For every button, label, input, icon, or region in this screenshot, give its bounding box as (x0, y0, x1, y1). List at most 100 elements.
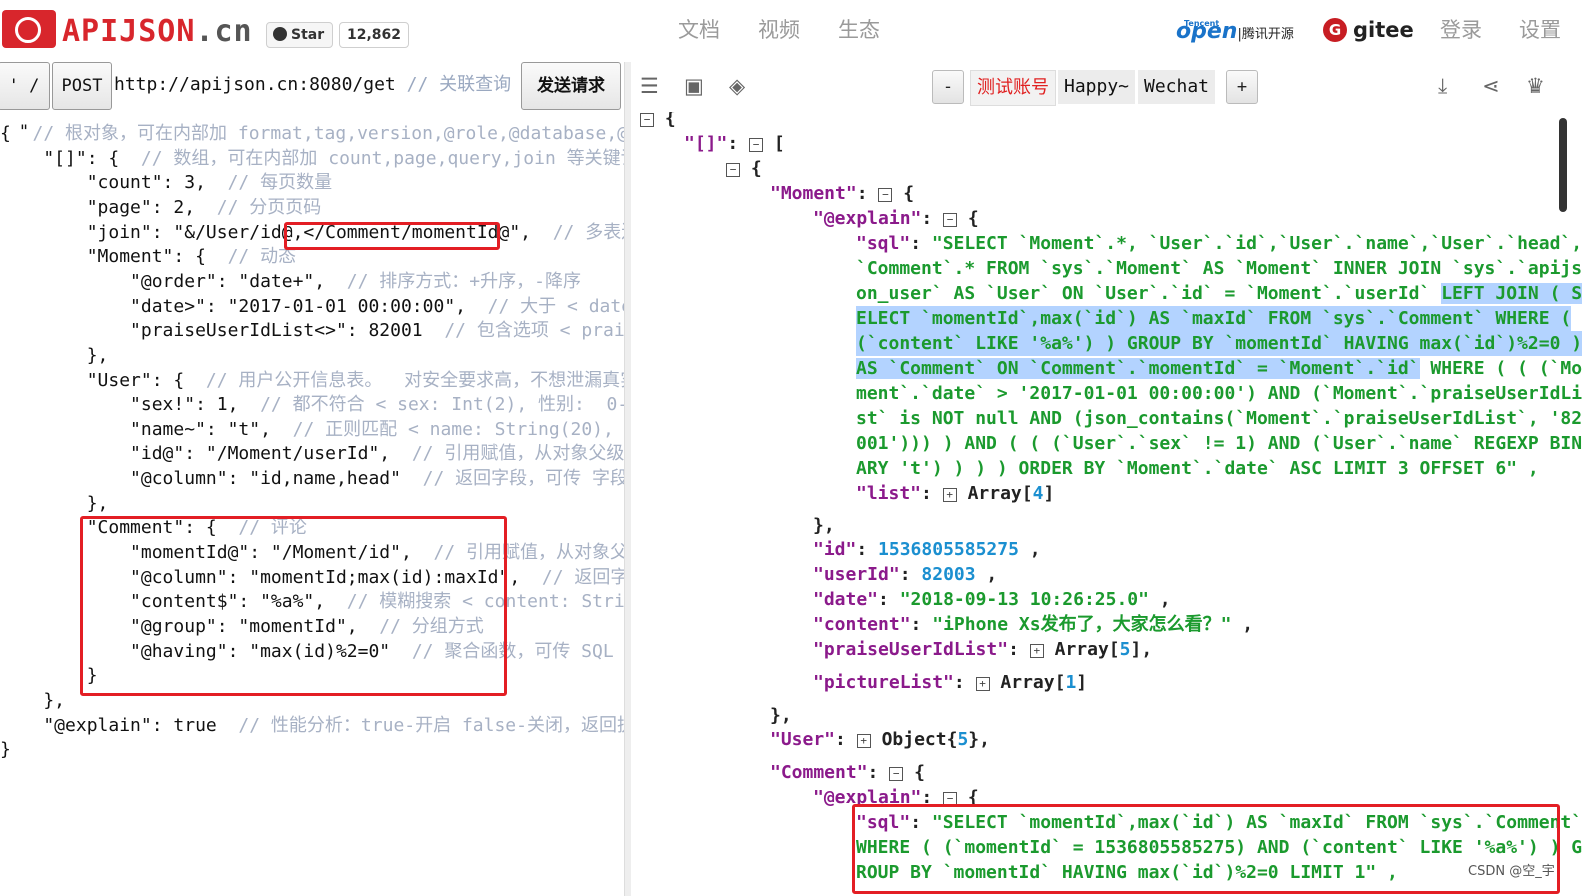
expand-toggle-icon[interactable]: + (942, 488, 957, 502)
json-string: "iPhone Xs发布了，大家怎么看？" (932, 614, 1232, 635)
expand-toggle-icon[interactable]: + (856, 734, 871, 748)
code-comment: // 返回字段，可传 字段(: (422, 468, 624, 490)
brace: { (664, 112, 676, 129)
code-comment: // 根对象，可在内部加 format,tag,version,@role,@d… (32, 123, 624, 144)
code-line: "count": 3, // 每页数量 (0, 171, 332, 195)
json-key: "id" (813, 539, 857, 560)
json-number: 1536805585275 (878, 539, 1019, 560)
tencent-open-suffix: |腾讯开源 (1237, 27, 1294, 42)
nav-ecosystem[interactable]: 生态 (838, 16, 880, 44)
code-text: "count": 3, (0, 172, 228, 194)
json-count: 4 (1032, 483, 1044, 504)
code-comment: // 用户公开信息表。 对安全要求高，不想泄漏真实名 (205, 369, 624, 391)
json-string: WHERE ( ( (`Mo (1419, 358, 1583, 379)
code-comment: // 正则匹配 < name: String(20), 名 (292, 418, 624, 440)
json-key: "sql" (856, 233, 911, 254)
code-line: "@order": "date+", // 排序方式：+升序，-降序 (0, 270, 581, 294)
comment-node: "Comment": − { (770, 762, 925, 783)
explain-close: }, (813, 515, 835, 536)
code-line: "praiseUserIdList<>": 82001 // 包含选项 < pr… (0, 319, 624, 343)
github-star-count[interactable]: 12,862 (339, 22, 410, 48)
moment-sql-line: ment`.`date` > '2017-01-01 00:00:00') AN… (856, 383, 1583, 404)
moment-sql-line: st` is NOT null AND (json_contains(`Mome… (856, 408, 1583, 429)
format-list-icon[interactable]: ☰ (640, 74, 659, 98)
join-highlight-box (284, 222, 500, 250)
code-comment: // 多表连接 (552, 221, 624, 243)
code-text: "User": { (0, 369, 206, 391)
url-input[interactable]: http://apijson.cn:8080/get // 关联查询 (114, 62, 518, 108)
json-key: "userId" (813, 564, 900, 585)
nav-docs[interactable]: 文档 (678, 16, 720, 44)
root-node: − { (640, 112, 676, 131)
code-text: "date>": "2017-01-01 00:00:00", (0, 295, 488, 317)
code-comment: // 都不符合 < sex: Int(2), 性别: 0-男 (260, 394, 624, 416)
code-comment: // 包含选项 < praise (444, 320, 624, 342)
nav-video[interactable]: 视频 (758, 16, 800, 44)
code-line: } (0, 738, 11, 762)
code-line: "id@": "/Moment/userId", // 引用赋值，从对象父级开始 (0, 442, 624, 466)
json-key: "Moment" (770, 183, 857, 204)
code-text: "page": 2, (0, 196, 217, 218)
test-account-label[interactable]: 测试账号 (970, 70, 1056, 106)
share-icon[interactable]: ⋖ (1482, 74, 1500, 98)
json-key: "list" (856, 483, 922, 504)
collapse-toggle-icon[interactable]: − (878, 188, 893, 202)
account-name[interactable]: Happy~ (1058, 70, 1136, 104)
moment-node: "Moment": − { (770, 183, 915, 204)
user-node: "User": + Object{5}, (770, 729, 990, 750)
code-comment: // 引用赋值，从对象父级开始 (411, 443, 624, 465)
add-account-button[interactable]: + (1226, 70, 1258, 104)
code-text: }, (0, 689, 66, 711)
login-link[interactable]: 登录 (1440, 16, 1482, 44)
url-text: http://apijson.cn:8080/get (114, 74, 396, 95)
remove-account-button[interactable]: - (932, 70, 964, 104)
send-request-button[interactable]: 发送请求 (521, 62, 621, 110)
code-line: "User": { // 用户公开信息表。 对安全要求高，不想泄漏真实名 (0, 369, 624, 393)
code-line: "[]": { // 数组，可在内部加 count,page,query,joi… (0, 147, 624, 171)
code-text: "praiseUserIdList<>": 82001 (0, 320, 445, 342)
json-key: "Comment" (770, 762, 868, 783)
json-key: "pictureList" (813, 672, 954, 693)
save-icon[interactable]: ▣ (684, 74, 704, 98)
date-field: "date": "2018-09-13 10:26:25.0" , (813, 589, 1171, 610)
collapse-toggle-icon[interactable]: − (640, 113, 654, 127)
brand-suffix: .cn (195, 14, 253, 49)
method-button[interactable]: POST (52, 62, 112, 110)
layers-icon[interactable]: ◈ (729, 74, 745, 98)
code-line: "sex!": 1, // 都不符合 < sex: Int(2), 性别: 0-… (0, 393, 624, 417)
account-type[interactable]: Wechat (1138, 70, 1216, 104)
collapse-toggle-icon[interactable]: − (726, 163, 740, 177)
collapse-toggle-icon[interactable]: − (943, 213, 958, 227)
expand-toggle-icon[interactable]: + (1029, 644, 1044, 658)
bracket: [ (773, 133, 785, 154)
moment-sql-line-selected: (`content` LIKE '%a%') ) GROUP BY `momen… (856, 331, 1583, 356)
code-text: "@order": "date+", (0, 270, 347, 292)
request-json-editor[interactable]: { // 根对象，可在内部加 format,tag,version,@role,… (0, 122, 624, 896)
code-comment: // 大于 < date: (487, 295, 624, 317)
watermark: CSDN @空_宇 (1468, 864, 1555, 879)
expand-toggle-icon[interactable]: + (975, 677, 990, 691)
brace: { (967, 208, 979, 229)
json-key: "[]" (684, 133, 728, 154)
collapse-toggle-icon[interactable]: − (889, 767, 904, 781)
vertical-scrollbar[interactable] (1559, 118, 1567, 212)
download-icon[interactable]: ⤓ (1438, 74, 1447, 98)
github-star-button[interactable]: Star (266, 22, 334, 48)
comment-sql-highlight-box (852, 804, 1560, 894)
apijson-logo-icon[interactable] (2, 10, 56, 48)
moment-sql-line: 001'))) ) AND ( ( (`User`.`sex` != 1) AN… (856, 433, 1583, 454)
site-logo-text[interactable]: APIJSON.cn (62, 14, 253, 50)
settings-link[interactable]: 设置 (1519, 16, 1561, 44)
collapse-toggle-icon[interactable]: − (749, 138, 764, 152)
code-text: "sex!": 1, (0, 394, 261, 416)
gitee-link[interactable]: Ggitee (1323, 16, 1414, 44)
shirt-icon[interactable]: ♛ (1526, 74, 1545, 98)
code-text: "Moment": { (0, 246, 228, 268)
tencent-open-source-link[interactable]: Tencent open|腾讯开源 (1176, 18, 1294, 49)
code-line: "name~": "t", // 正则匹配 < name: String(20)… (0, 418, 624, 442)
code-line: "@explain": true // 性能分析：true-开启 false-关… (0, 714, 624, 738)
selected-text: AS `Comment` ON `Comment`.`momentId` = `… (856, 358, 1420, 379)
quote-toggle-button[interactable]: ' / " (0, 62, 50, 142)
moment-sql-line: ARY 't') ) ) ) ORDER BY `Moment`.`date` … (856, 458, 1539, 479)
moment-sql-line: `Comment`.* FROM `sys`.`Moment` AS `Mome… (856, 258, 1583, 279)
